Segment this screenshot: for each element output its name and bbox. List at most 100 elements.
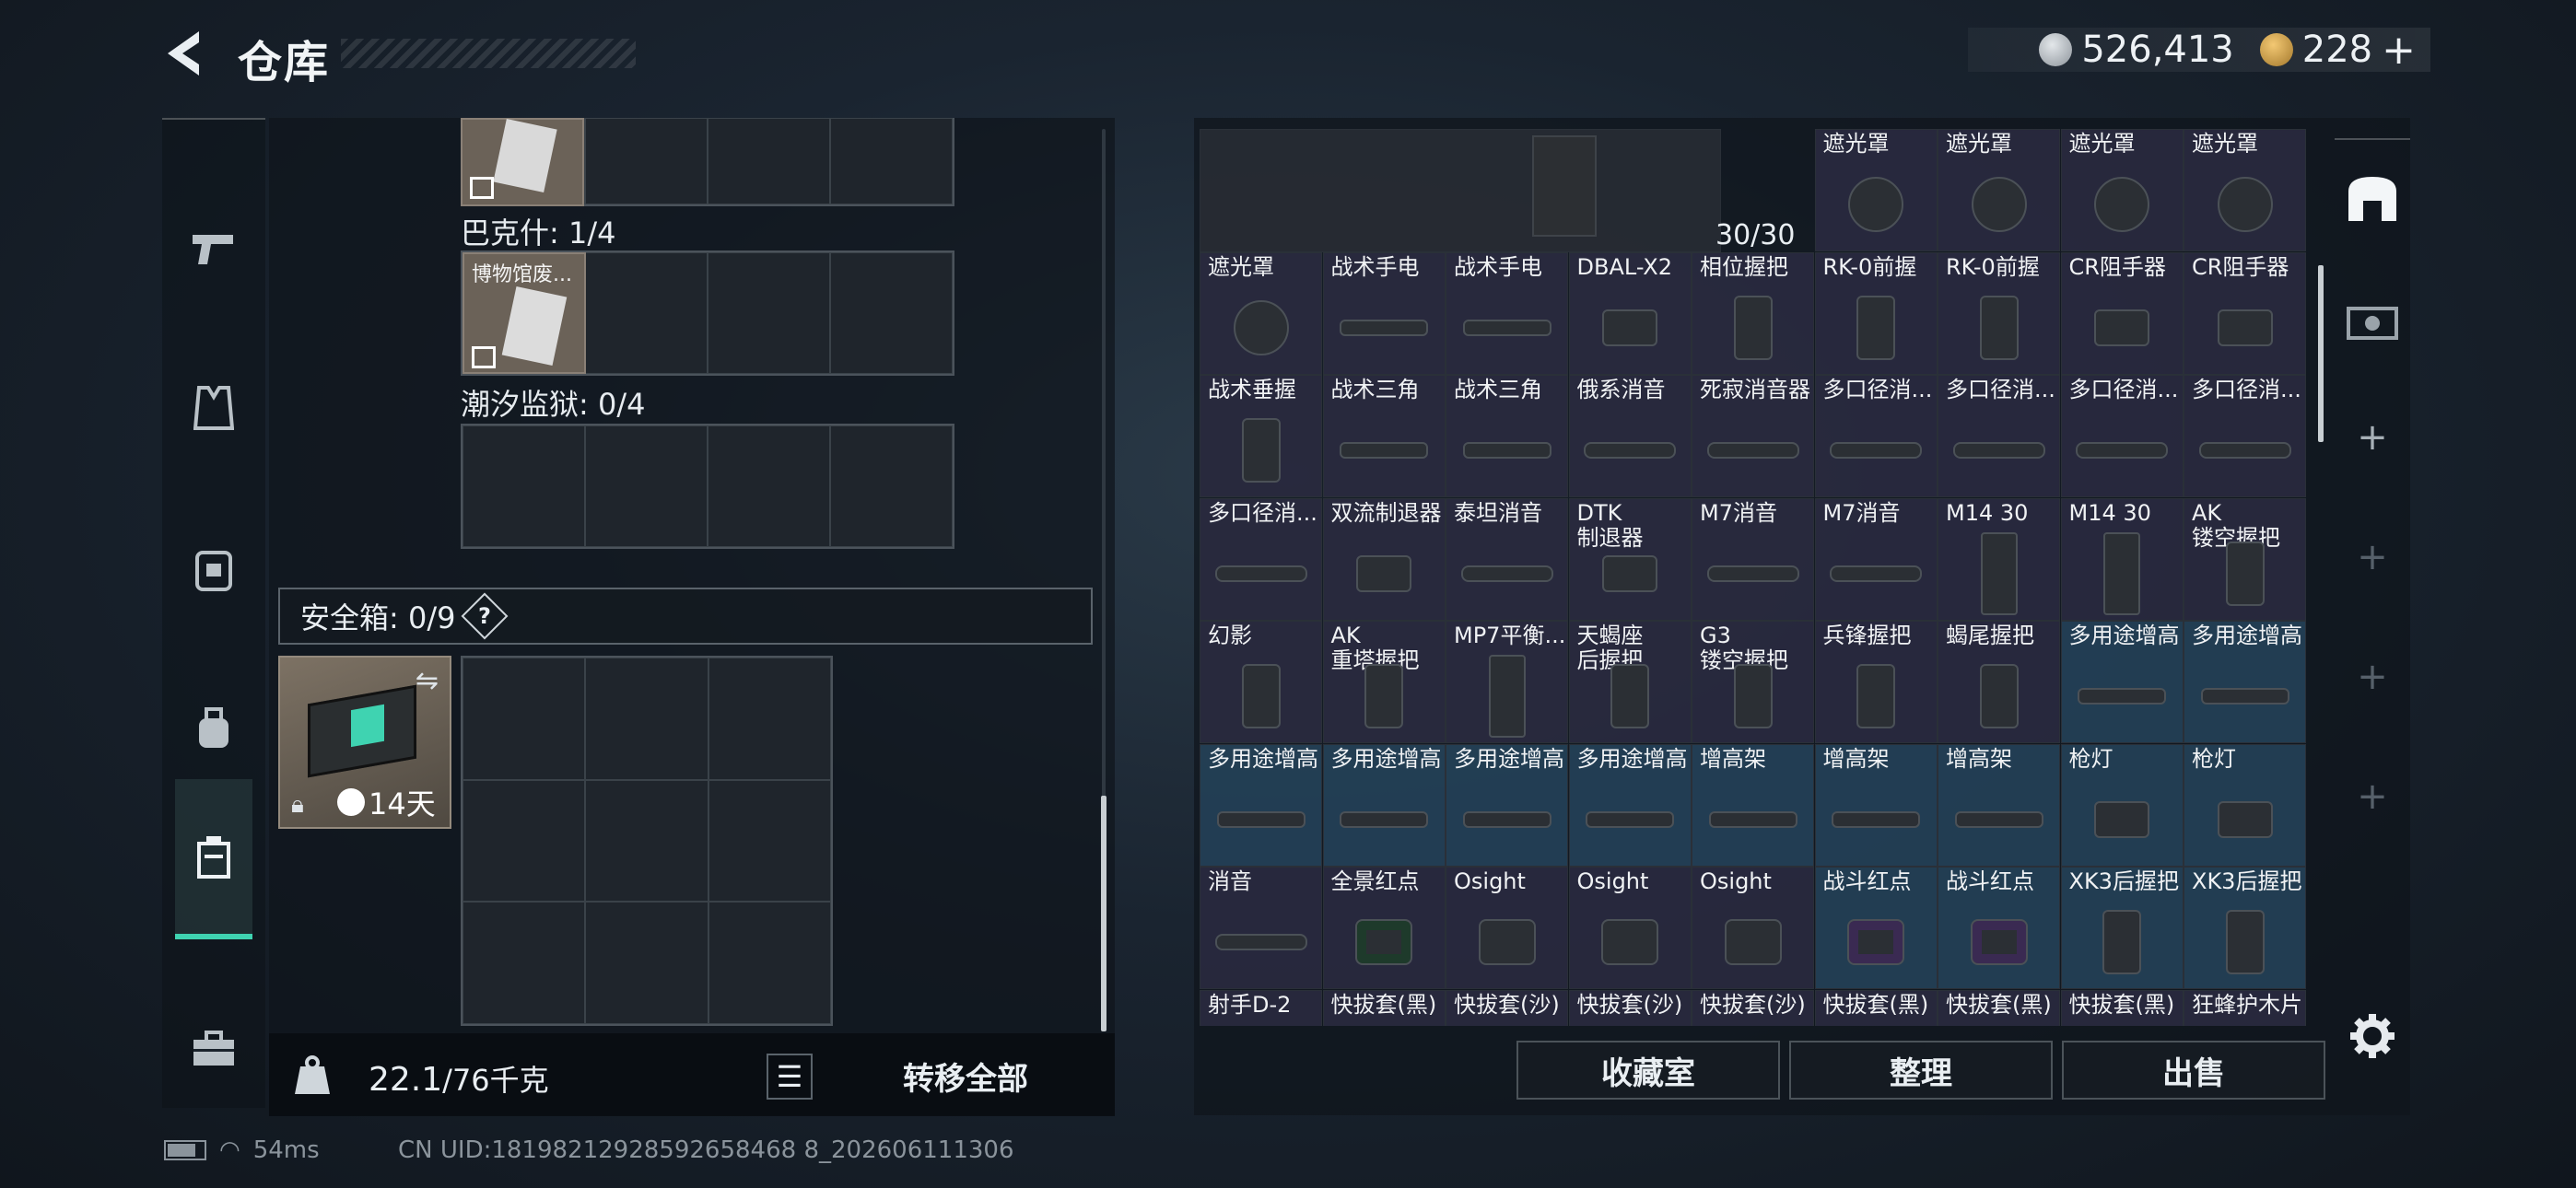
sort-button[interactable]: 整理 bbox=[1789, 1041, 2053, 1100]
storage-item[interactable]: G3 镂空握把 bbox=[1692, 621, 1814, 743]
storage-tab-main[interactable] bbox=[2335, 138, 2410, 258]
safebox-item[interactable]: ⇋ 🔒︎ 14天 bbox=[278, 656, 451, 829]
storage-item[interactable]: 射手D-2 bbox=[1200, 989, 1322, 1026]
storage-item[interactable]: 快拔套(黑) bbox=[1814, 989, 1938, 1026]
storage-item[interactable]: 多口径消... bbox=[1200, 497, 1322, 621]
add-currency-button[interactable]: + bbox=[2382, 27, 2416, 74]
storage-item[interactable]: 多用途增高 bbox=[1200, 743, 1322, 867]
storage-item[interactable]: 快拔套(黑) bbox=[1322, 989, 1446, 1026]
grid-cell[interactable] bbox=[463, 902, 586, 1024]
grid-cell[interactable] bbox=[708, 658, 831, 780]
back-button[interactable] bbox=[162, 28, 208, 79]
nav-safebox[interactable] bbox=[175, 779, 252, 939]
storage-item[interactable]: 增高架 bbox=[1938, 743, 2060, 867]
storage-item[interactable]: 多用途增高 bbox=[1322, 743, 1446, 867]
add-storage-button[interactable]: + bbox=[2335, 378, 2410, 497]
storage-item[interactable]: 枪灯 bbox=[2060, 743, 2184, 867]
grid-cell[interactable] bbox=[585, 425, 708, 547]
storage-item[interactable]: M7消音 bbox=[1692, 497, 1814, 621]
storage-item[interactable]: 战斗红点 bbox=[1938, 867, 2060, 989]
grid-cell[interactable] bbox=[463, 779, 586, 903]
storage-item[interactable]: CR阻手器 bbox=[2184, 251, 2306, 375]
help-button[interactable]: ? bbox=[462, 592, 509, 640]
grid-cell[interactable] bbox=[585, 779, 708, 903]
storage-item[interactable]: 多口径消... bbox=[2060, 375, 2184, 497]
grid-cell[interactable] bbox=[708, 252, 830, 374]
left-scrollbar[interactable] bbox=[1101, 796, 1107, 1031]
grid-cell[interactable] bbox=[585, 902, 708, 1024]
storage-item[interactable]: 增高架 bbox=[1814, 743, 1938, 867]
storage-item[interactable]: 遮光罩 bbox=[1814, 129, 1938, 251]
nav-armor[interactable] bbox=[162, 328, 265, 488]
storage-item[interactable]: 遮光罩 bbox=[2060, 129, 2184, 251]
grid-cell[interactable] bbox=[463, 425, 585, 547]
grid-cell[interactable] bbox=[830, 118, 953, 204]
grid-cell[interactable] bbox=[708, 425, 830, 547]
storage-item[interactable]: 快拔套(黑) bbox=[1938, 989, 2060, 1026]
storage-item[interactable]: 战斗红点 bbox=[1814, 867, 1938, 989]
storage-item[interactable]: 战术手电 bbox=[1446, 251, 1568, 375]
storage-item[interactable]: 泰坦消音 bbox=[1446, 497, 1568, 621]
storage-item[interactable]: 天蝎座 后握把 bbox=[1568, 621, 1692, 743]
storage-item[interactable]: 双流制退器 bbox=[1322, 497, 1446, 621]
storage-item[interactable]: 兵锋握把 bbox=[1814, 621, 1938, 743]
storage-item[interactable]: 快拔套(沙) bbox=[1692, 989, 1814, 1026]
storage-item[interactable]: 遮光罩 bbox=[2184, 129, 2306, 251]
storage-item[interactable]: 战术三角 bbox=[1322, 375, 1446, 497]
nav-weapon[interactable] bbox=[162, 168, 265, 328]
storage-tab-level4[interactable] bbox=[2335, 258, 2410, 378]
storage-item[interactable]: RK-0前握 bbox=[1938, 251, 2060, 375]
sell-button[interactable]: 出售 bbox=[2062, 1041, 2325, 1100]
storage-item[interactable]: 战术垂握 bbox=[1200, 375, 1322, 497]
storage-item[interactable]: 战术三角 bbox=[1446, 375, 1568, 497]
swap-icon[interactable]: ⇋ bbox=[416, 665, 439, 697]
storage-item[interactable]: 枪灯 bbox=[2184, 743, 2306, 867]
storage-item[interactable]: 俄系消音 bbox=[1568, 375, 1692, 497]
transfer-all-button[interactable]: 转移全部 bbox=[903, 1054, 1028, 1099]
storage-item[interactable]: XK3后握把 bbox=[2184, 867, 2306, 989]
storage-item[interactable]: 多用途增高 bbox=[2184, 621, 2306, 743]
storage-item[interactable]: Osight bbox=[1568, 867, 1692, 989]
grid-cell[interactable] bbox=[585, 658, 708, 780]
storage-item[interactable]: 消音 bbox=[1200, 867, 1322, 989]
storage-item[interactable]: 快拔套(沙) bbox=[1446, 989, 1568, 1026]
storage-item[interactable]: 增高架 bbox=[1692, 743, 1814, 867]
list-icon[interactable]: ☰ bbox=[767, 1054, 813, 1100]
storage-item[interactable]: AK 镂空握把 bbox=[2184, 497, 2306, 621]
add-storage-button[interactable]: + bbox=[2335, 497, 2410, 617]
storage-item[interactable]: XK3后握把 bbox=[2060, 867, 2184, 989]
settings-button[interactable] bbox=[2335, 976, 2410, 1096]
storage-item[interactable]: 多用途增高 bbox=[2060, 621, 2184, 743]
storage-item[interactable]: CR阻手器 bbox=[2060, 251, 2184, 375]
nav-backpack[interactable] bbox=[162, 488, 265, 648]
rifle-item[interactable] bbox=[1200, 129, 1721, 252]
grid-cell[interactable] bbox=[585, 118, 708, 204]
storage-item[interactable]: AK 重塔握把 bbox=[1322, 621, 1446, 743]
storage-item[interactable]: 相位握把 bbox=[1692, 251, 1814, 375]
storage-item[interactable]: 狂蜂护木片 bbox=[2184, 989, 2306, 1026]
storage-item[interactable]: 多口径消... bbox=[1814, 375, 1938, 497]
storage-item[interactable]: 多用途增高 bbox=[1568, 743, 1692, 867]
storage-item[interactable]: Osight bbox=[1692, 867, 1814, 989]
grid-cell[interactable] bbox=[830, 252, 953, 374]
storage-item[interactable]: 幻影 bbox=[1200, 621, 1322, 743]
grid-cell[interactable] bbox=[830, 425, 953, 547]
storage-item[interactable]: 快拔套(黑) bbox=[2060, 989, 2184, 1026]
storage-item[interactable]: Osight bbox=[1446, 867, 1568, 989]
grid-cell[interactable] bbox=[708, 118, 830, 204]
collection-room-button[interactable]: 收藏室 bbox=[1516, 1041, 1780, 1100]
storage-item[interactable]: 战术手电 bbox=[1322, 251, 1446, 375]
storage-item[interactable]: 全景红点 bbox=[1322, 867, 1446, 989]
grid-cell[interactable] bbox=[708, 779, 831, 903]
museum-card-item[interactable]: 博物馆废... bbox=[463, 252, 586, 374]
storage-item[interactable]: 遮光罩 bbox=[1938, 129, 2060, 251]
storage-item[interactable]: 多口径消... bbox=[1938, 375, 2060, 497]
storage-item[interactable]: DBAL-X2 bbox=[1568, 251, 1692, 375]
storage-item[interactable]: 死寂消音器 bbox=[1692, 375, 1814, 497]
storage-item[interactable]: M7消音 bbox=[1814, 497, 1938, 621]
grid-cell[interactable] bbox=[463, 658, 586, 780]
storage-item[interactable]: M14 30 bbox=[2060, 497, 2184, 621]
add-storage-button[interactable]: + bbox=[2335, 617, 2410, 737]
storage-item[interactable]: 蝎尾握把 bbox=[1938, 621, 2060, 743]
storage-item[interactable]: 快拔套(沙) bbox=[1568, 989, 1692, 1026]
